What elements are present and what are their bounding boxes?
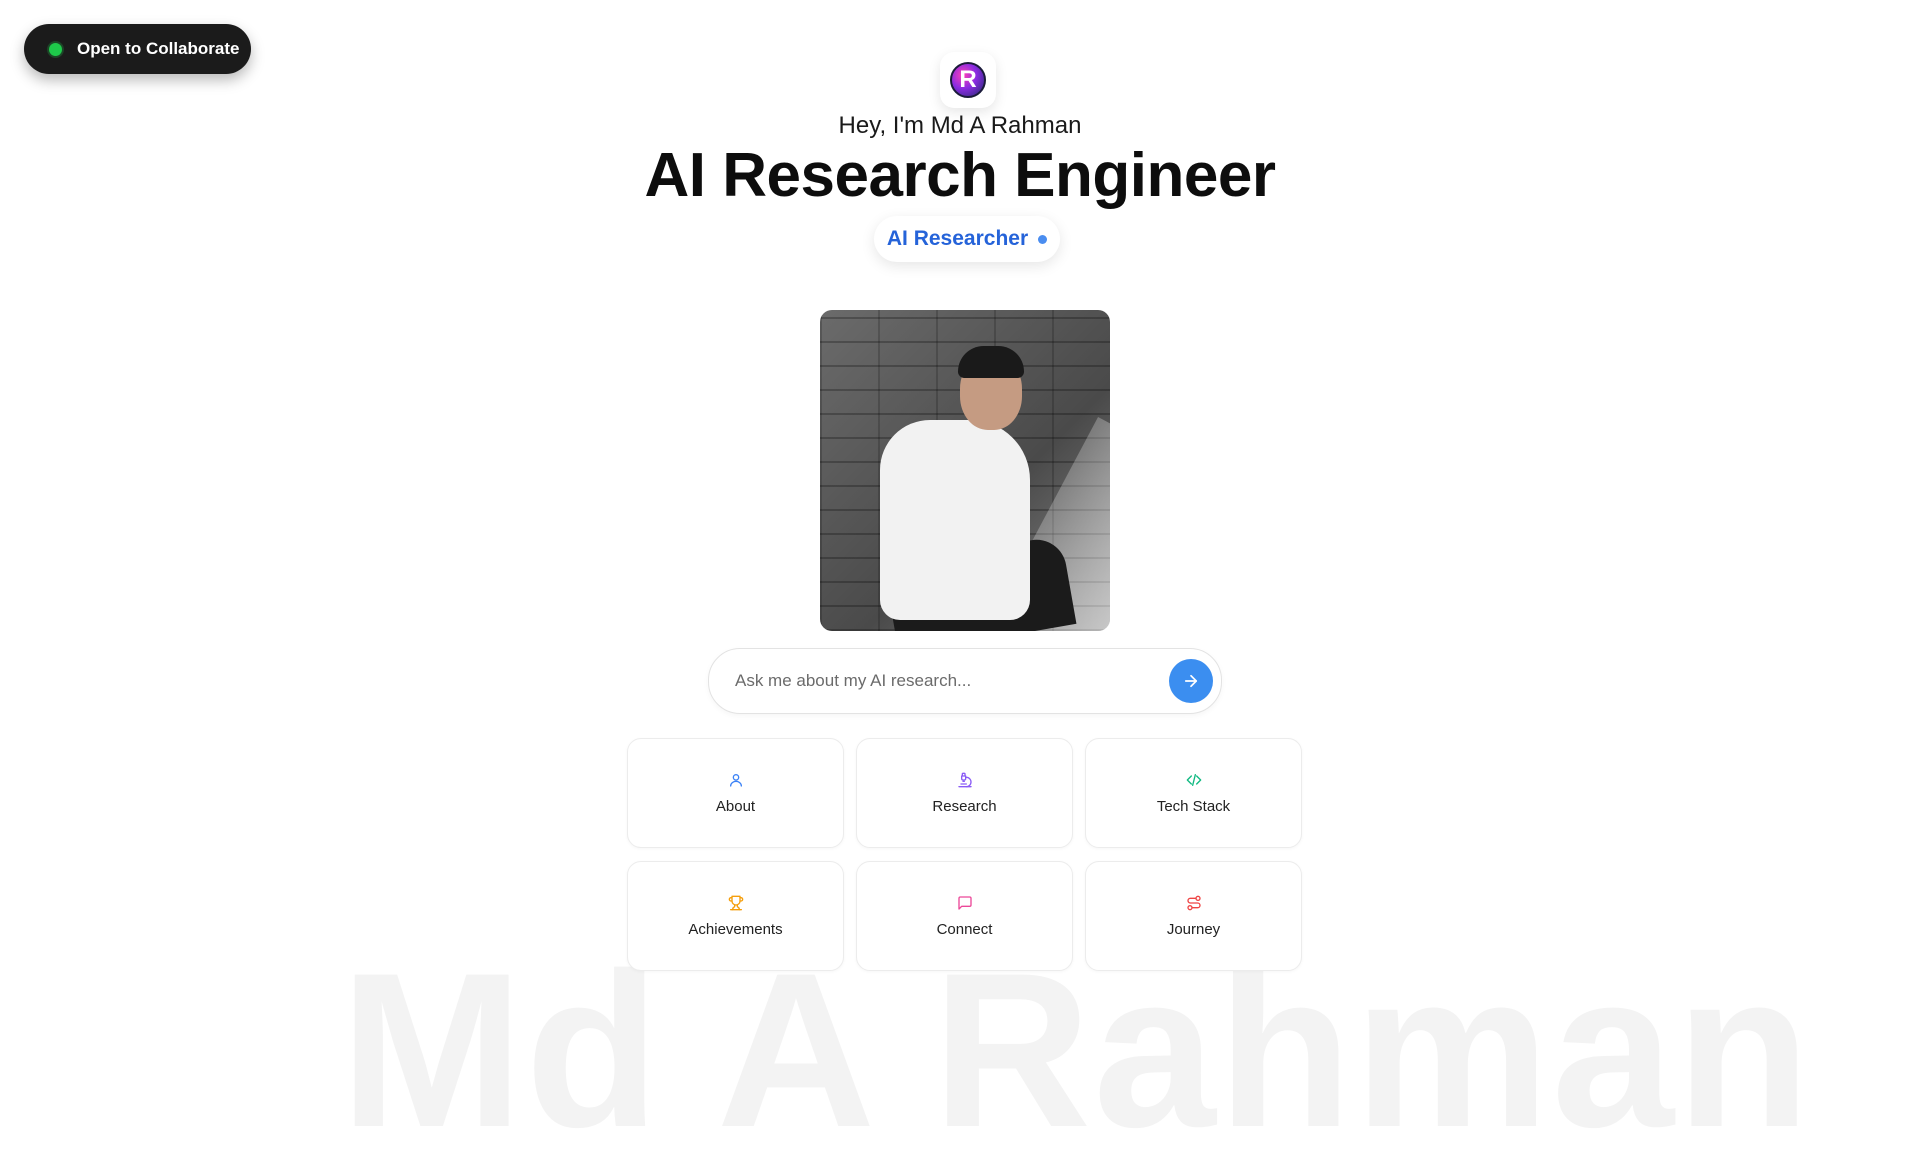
status-dot-icon: [49, 42, 62, 56]
card-achievements[interactable]: Achievements: [627, 861, 844, 971]
card-label: Tech Stack: [1156, 797, 1231, 815]
trophy-icon: [728, 895, 743, 910]
route-icon: [1186, 895, 1201, 910]
card-label: Research: [932, 797, 997, 815]
card-research[interactable]: Research: [856, 738, 1073, 848]
card-connect[interactable]: Connect: [856, 861, 1073, 971]
role-badge: AI Researcher: [874, 216, 1060, 262]
collab-label: Open to Collaborate: [77, 39, 240, 58]
profile-photo: [820, 310, 1110, 631]
arrow-right-icon: [1184, 674, 1198, 688]
role-dot-icon: [1038, 234, 1048, 244]
card-label: About: [715, 797, 756, 815]
page-title: AI Research Engineer: [644, 141, 1276, 210]
nav-card-grid: About Research Tech Stack Achievements C…: [627, 738, 1303, 971]
card-label: Connect: [936, 920, 993, 938]
ask-input[interactable]: [733, 670, 1137, 692]
photo-figure-hair: [958, 346, 1024, 378]
microscope-icon: [957, 772, 972, 787]
code-icon: [1186, 773, 1201, 786]
photo-figure-shirt: [880, 420, 1030, 620]
background-name-watermark: Md A Rahman: [340, 927, 1813, 1173]
card-tech-stack[interactable]: Tech Stack: [1085, 738, 1302, 848]
card-label: Achievements: [688, 920, 783, 938]
logo-icon: R: [950, 62, 986, 98]
card-label: Journey: [1166, 920, 1221, 938]
logo[interactable]: R: [940, 52, 996, 108]
card-about[interactable]: About: [627, 738, 844, 848]
card-journey[interactable]: Journey: [1085, 861, 1302, 971]
ask-bar: [708, 648, 1222, 714]
greeting-text: Hey, I'm Md A Rahman: [838, 112, 1082, 139]
message-icon: [957, 895, 972, 910]
open-to-collaborate-badge[interactable]: Open to Collaborate: [24, 24, 251, 74]
send-button[interactable]: [1169, 659, 1213, 703]
role-text: AI Researcher: [886, 227, 1029, 250]
user-icon: [729, 773, 742, 787]
